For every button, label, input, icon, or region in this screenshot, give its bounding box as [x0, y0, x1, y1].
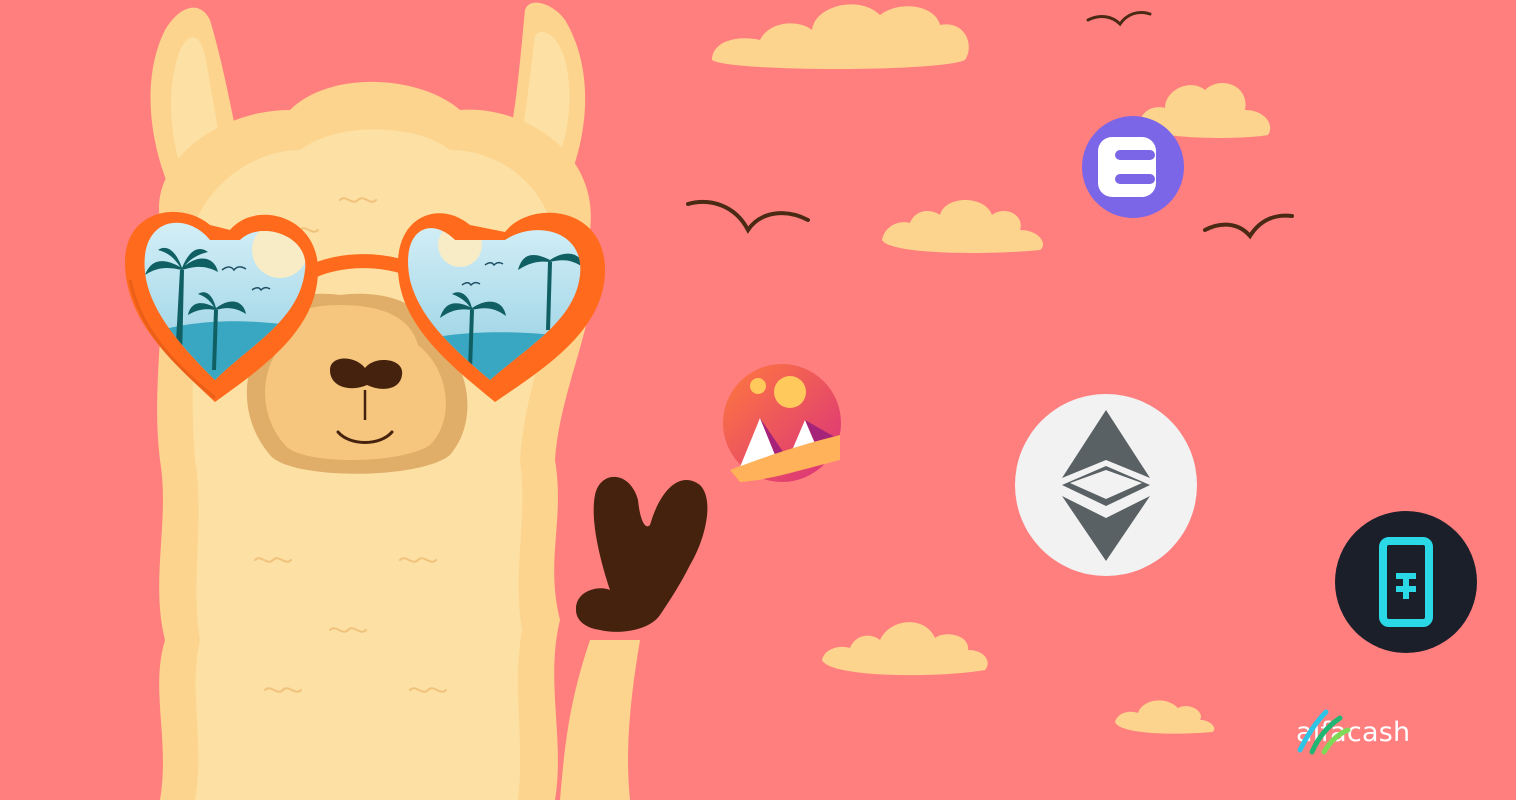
theta-fuel-coin-icon [1335, 511, 1477, 653]
bird-icon [686, 199, 810, 234]
cloud [1115, 700, 1215, 734]
cloud [822, 622, 988, 676]
decentraland-coin-icon [723, 364, 841, 482]
bird-icon [1203, 213, 1294, 240]
cloud [712, 4, 969, 69]
enjin-coin-icon [1082, 116, 1184, 218]
alfacash-logo-icon [1297, 709, 1351, 755]
banner-illustration [125, 2, 1477, 800]
llama-mascot [125, 2, 708, 800]
cloud [882, 200, 1044, 253]
alfacash-logo: alfacash [1296, 708, 1410, 756]
bird-icon [1086, 10, 1152, 27]
promo-banner: alfacash [0, 0, 1516, 800]
ethereum-classic-coin-icon [1015, 394, 1197, 576]
